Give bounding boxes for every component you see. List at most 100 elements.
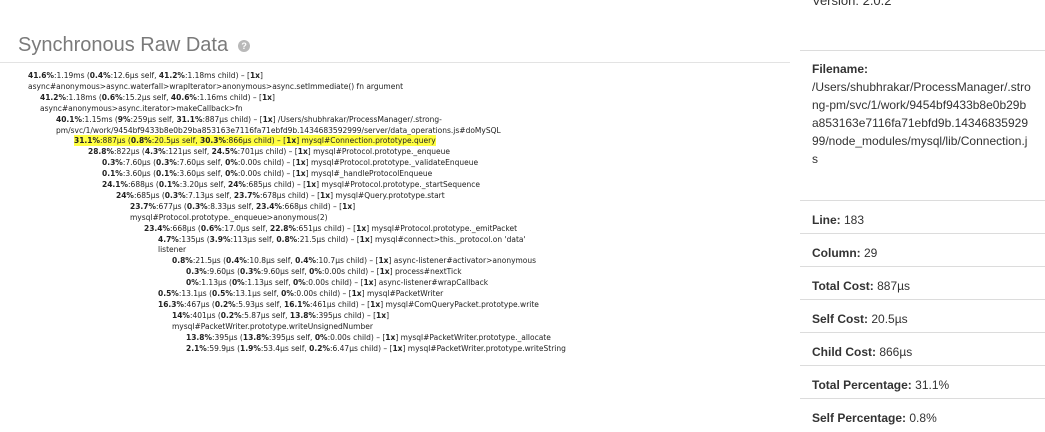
help-icon[interactable]: ? [238, 40, 251, 52]
trace-value: 28.8% [88, 147, 115, 157]
trace-text: :651µs child) – [ [296, 223, 357, 233]
trace-text: :7.13µs self, [185, 190, 234, 200]
trace-value: 0% [225, 169, 238, 179]
trace-value: 30.3% [200, 136, 227, 146]
trace-value: 1x [249, 71, 260, 80]
trace-text: :121µs self, [165, 147, 212, 157]
trace-value: 1x [356, 223, 367, 233]
trace-text: :10.7µs child) – [ [315, 256, 379, 266]
trace-text: :822µs ( [114, 147, 145, 157]
trace-value: 3.9% [209, 234, 231, 244]
trace-text: :7.60µs self, [176, 158, 226, 168]
trace-text: ] async-listener#wrapCallback [373, 278, 489, 288]
trace-text: :401µs ( [189, 310, 221, 320]
trace-value: 2.1% [186, 343, 207, 353]
trace-text: async#anonymous>async.waterfall>wrapIter… [28, 81, 404, 91]
trace-line: 24.1%:688µs (0.1%:3.20µs self, 24%:685µs… [102, 179, 480, 190]
detail-text: Line: 183 [812, 213, 864, 227]
panel-header: Synchronous Raw Data? [0, 26, 790, 63]
trace-line: 41.2%:1.18ms (0.6%:15.2µs self, 40.6%:1.… [40, 92, 275, 103]
trace-text: ] [260, 71, 263, 80]
detail-text: Total Cost: 887µs [812, 279, 910, 293]
detail-row: Line: 183 [800, 200, 1045, 234]
trace-line: 14%:401µs (0.2%:5.87µs self, 13.8%:395µs… [172, 310, 389, 321]
trace-line: mysql#Protocol.prototype._enqueue>anonym… [130, 212, 328, 223]
trace-text: :21.5µs ( [192, 256, 227, 266]
trace-text: :887µs child) – [ [202, 114, 263, 124]
trace-value: 0% [309, 267, 322, 277]
trace-text: ] mysql#Protocol.prototype._validateEnqu… [305, 158, 479, 168]
trace-text: mysql#Protocol.prototype._enqueue>anonym… [130, 212, 328, 222]
trace-value: 1x [392, 343, 403, 353]
trace-value: 1x [359, 234, 370, 244]
trace-text: ] mysql#PacketWriter.prototype.writeStri… [402, 343, 566, 353]
trace-text: :866µs child) – [ [226, 136, 287, 146]
trace-text: :20.5µs self, [151, 136, 200, 146]
detail-row: Column: 29 [800, 233, 1045, 267]
trace-value: 1x [342, 201, 353, 211]
trace-value: 0.3% [156, 158, 177, 168]
trace-value: 41.6% [28, 71, 55, 80]
detail-row: Total Percentage: 31.1% [800, 365, 1045, 399]
trace-text: :677µs ( [156, 201, 187, 211]
detail-label: Total Cost: [812, 279, 874, 293]
trace-value: 13.8% [289, 310, 316, 320]
trace-line: 16.3%:467µs (0.2%:5.93µs self, 16.1%:461… [158, 299, 539, 310]
trace-text: ] mysql#Connection.prototype.query [296, 136, 436, 146]
trace-value: 24% [116, 190, 134, 200]
trace-value: 0.4% [226, 256, 247, 266]
trace-value: 1x [320, 190, 331, 200]
trace-value: 24% [228, 180, 246, 189]
trace-value: 0.4% [89, 71, 111, 80]
trace-text: :135µs ( [178, 234, 210, 244]
trace-value: 0.4% [295, 256, 316, 266]
trace-text: :8.33µs self, [207, 201, 256, 211]
trace-line: 41.6%:1.19ms (0.4%:12.6µs self, 41.2%:1.… [28, 70, 263, 81]
trace-text: :5.93µs self, [235, 299, 284, 309]
trace-value: 13.8% [186, 332, 213, 342]
detail-text: Total Percentage: 31.1% [812, 378, 949, 392]
trace-text: :6.47µs child) – [ [329, 343, 393, 353]
panel-title-text: Synchronous Raw Data [18, 34, 229, 56]
trace-text: ] mysql#PacketWriter.prototype._allocate [395, 332, 551, 342]
trace-value: 1x [376, 310, 387, 320]
trace-value: 1x [363, 278, 374, 288]
trace-value: 0% [293, 278, 306, 288]
filename-label: Filename: [812, 62, 869, 76]
detail-value: 0.8% [906, 411, 937, 425]
trace-value: 1x [295, 169, 306, 179]
trace-text: :0.00s child) – [ [237, 169, 296, 179]
trace-line: 40.1%:1.15ms (9%:259µs self, 31.1%:887µs… [56, 114, 442, 125]
trace-text: ] [272, 92, 275, 102]
trace-text: ] process#nextTick [389, 267, 462, 277]
trace-text: :1.13µs self, [244, 278, 293, 288]
trace-line: 4.7%:135µs (3.9%:113µs self, 0.8%:21.5µs… [158, 234, 526, 245]
trace-line: 23.7%:677µs (0.3%:8.33µs self, 23.4%:668… [130, 201, 355, 212]
trace-text: :1.16ms child) – [ [196, 92, 262, 102]
trace-value: 0.3% [102, 158, 123, 168]
trace-text: :0.00s child) – [ [327, 332, 386, 342]
trace-value: 0% [281, 289, 294, 298]
trace-text: pm/svc/1/work/9454bf9433b8e0b29ba853163e… [56, 125, 501, 135]
trace-value: 0% [225, 158, 238, 168]
detail-value: 887µs [873, 279, 911, 293]
trace-value: 0% [314, 332, 328, 342]
trace-value: 0.3% [186, 267, 207, 277]
trace-value: 1x [295, 158, 306, 168]
trace-value: 0.1% [158, 180, 180, 189]
trace-text: :0.00s child) – [ [237, 158, 296, 168]
trace-text: :1.15ms ( [82, 114, 118, 124]
trace-value: 23.4% [256, 201, 283, 211]
trace-line: 28.8%:822µs (4.3%:121µs self, 24.5%:701µ… [88, 146, 450, 157]
trace-value: 0.5% [212, 289, 233, 298]
trace-line: 0.8%:21.5µs (0.4%:10.8µs self, 0.4%:10.7… [172, 255, 536, 266]
trace-value: 13.8% [242, 332, 269, 342]
trace-text: :887µs ( [100, 136, 131, 146]
trace-value: 40.1% [56, 114, 83, 124]
trace-line: 0.1%:3.60µs (0.1%:3.60µs self, 0%:0.00s … [102, 168, 432, 179]
trace-value: 41.2% [40, 92, 67, 102]
detail-value: 183 [840, 213, 865, 227]
detail-label: Self Percentage: [812, 411, 907, 425]
trace-value: 1x [297, 147, 308, 157]
trace-text: :0.00s child) – [ [293, 289, 352, 298]
